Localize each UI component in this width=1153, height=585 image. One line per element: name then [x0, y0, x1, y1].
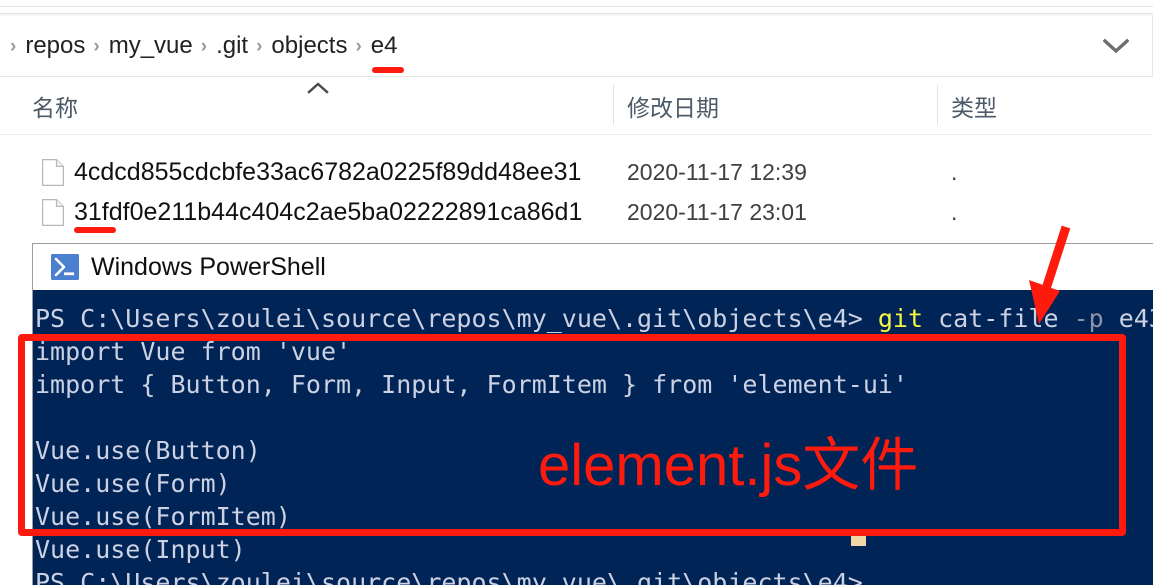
console-prompt-line-top: PS C:\Users\zoulei\source\repos\my_vue\.… [35, 302, 1153, 335]
column-header-name[interactable]: 名称 [32, 77, 78, 134]
console-output-line: import Vue from 'vue' [35, 337, 352, 366]
file-icon [42, 158, 64, 186]
breadcrumb[interactable]: › repos › my_vue › .git › objects › e4 [0, 16, 404, 76]
file-date: 2020-11-17 23:01 [627, 198, 807, 225]
console-output-line: Vue.use(FormItem) [35, 502, 291, 531]
explorer-address-bar[interactable]: › repos › my_vue › .git › objects › e4 [0, 16, 1153, 77]
prompt-path: PS C:\Users\zoulei\source\repos\my_vue\.… [35, 304, 878, 333]
file-name[interactable]: 31fdf0e211b44c404c2ae5ba02222891ca86d1 [74, 198, 582, 233]
file-list-column-headers: 名称 修改日期 类型 [0, 77, 1153, 135]
window-edge-line-top [0, 6, 1153, 7]
down-arrow-icon [1020, 225, 1080, 330]
console-output-line: Vue.use(Button) [35, 436, 261, 465]
command-git: git [877, 304, 924, 333]
breadcrumb-separator-2: › [200, 35, 208, 57]
column-divider-2[interactable] [937, 85, 938, 125]
table-row[interactable]: 4cdcd855cdcbfe33ac6782a0225f89dd48ee31 2… [0, 153, 1153, 191]
powershell-icon [51, 253, 79, 281]
breadcrumb-item-repos[interactable]: repos [25, 32, 85, 60]
file-date: 2020-11-17 12:39 [627, 158, 807, 185]
console-output-line: Vue.use(Form) [35, 469, 231, 498]
breadcrumb-separator-4: › [355, 35, 362, 57]
breadcrumb-separator-3: › [256, 35, 263, 57]
file-type: . [951, 198, 958, 225]
file-type: . [951, 158, 958, 185]
column-header-date[interactable]: 修改日期 [627, 77, 719, 134]
powershell-title: Windows PowerShell [91, 252, 326, 281]
chevron-down-icon[interactable] [1101, 31, 1131, 61]
table-row[interactable]: 31fdf0e211b44c404c2ae5ba02222891ca86d1 2… [0, 193, 1153, 233]
powershell-window[interactable]: Windows PowerShell PS C:\Users\zoulei\so… [32, 243, 1153, 585]
powershell-title-bar[interactable]: Windows PowerShell [33, 244, 1153, 290]
chevron-up-icon [305, 80, 331, 96]
annotation-label: element.js文件 [538, 433, 919, 498]
console-output-line: import { Button, Form, Input, FormItem }… [35, 370, 908, 399]
breadcrumb-separator-1: › [93, 35, 100, 57]
screenshot-root: › repos › my_vue › .git › objects › e4 名… [0, 0, 1153, 585]
command-argument: e431 [1118, 304, 1153, 333]
console-cursor [851, 534, 866, 546]
column-header-type[interactable]: 类型 [951, 77, 997, 134]
breadcrumb-separator-0: › [10, 35, 17, 57]
breadcrumb-item-objects[interactable]: objects [271, 32, 347, 60]
console-output-line: Vue.use(Input) [35, 535, 246, 564]
breadcrumb-item-git[interactable]: .git [216, 32, 248, 60]
column-divider-1[interactable] [613, 85, 614, 125]
file-icon [42, 198, 64, 226]
breadcrumb-item-my-vue[interactable]: my_vue [109, 32, 193, 60]
breadcrumb-item-e4[interactable]: e4 [371, 32, 404, 73]
file-name[interactable]: 4cdcd855cdcbfe33ac6782a0225f89dd48ee31 [74, 158, 581, 187]
console-prompt-line-bottom: PS C:\Users\zoulei\source\repos\my_vue\.… [35, 568, 863, 585]
